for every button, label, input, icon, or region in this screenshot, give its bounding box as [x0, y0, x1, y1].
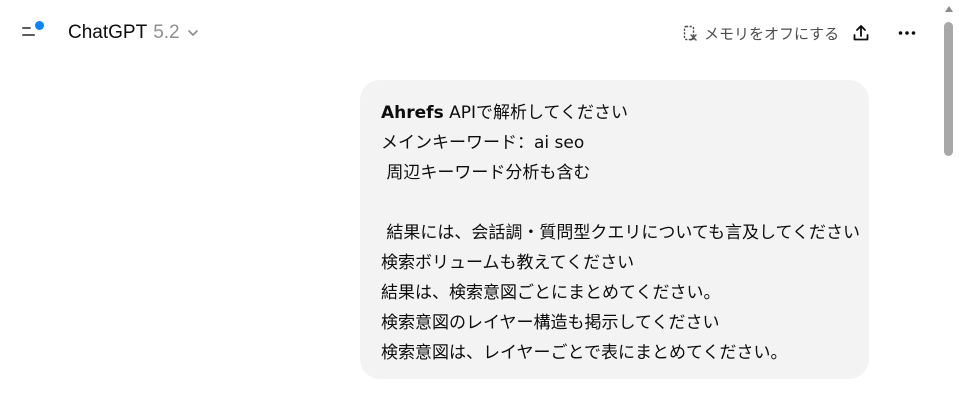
- message-line-1-text: APIで解析してください: [443, 103, 628, 123]
- message-line: 検索意図は、レイヤーごとで表にまとめてください。: [381, 343, 788, 363]
- message-line: 検索ボリュームも教えてください: [381, 253, 635, 273]
- model-selector-button[interactable]: ChatGPT 5.2: [60, 17, 208, 49]
- model-version: 5.2: [153, 22, 180, 43]
- sidebar-toggle-bar-top: [22, 27, 31, 29]
- model-name: ChatGPT: [68, 22, 148, 43]
- scrollbar-thumb[interactable]: [944, 22, 953, 156]
- message-line: 周辺キーワード分析も含む: [381, 163, 591, 183]
- message-line: 結果は、検索意図ごとにまとめてください。: [381, 283, 721, 303]
- message-line: [381, 188, 849, 218]
- sidebar-toggle-bar-bottom: [22, 34, 35, 36]
- message-line: メインキーワード：ai seo: [381, 133, 585, 153]
- message-line-1: Ahrefs APIで解析してください: [381, 98, 849, 128]
- notification-dot: [35, 21, 44, 30]
- message-line: 検索意図のレイヤー構造も掲示してください: [381, 313, 720, 333]
- sidebar-toggle-icon[interactable]: [18, 19, 48, 47]
- memory-off-label: メモリをオフにする: [704, 24, 840, 43]
- more-dots-icon: [898, 31, 916, 35]
- chat-app: ChatGPT 5.2 メモリをオフにする Ahrefs APIで解析してくださ…: [0, 0, 959, 405]
- top-bar: ChatGPT 5.2 メモリをオフにする: [0, 0, 940, 66]
- message-bold-term: Ahrefs: [381, 103, 444, 123]
- message-line: 結果には、会話調・質問型クエリについても言及してください: [381, 223, 861, 243]
- vertical-scrollbar[interactable]: [940, 0, 959, 405]
- user-message-bubble: Ahrefs APIで解析してください メインキーワード：ai seo 周辺キー…: [360, 80, 869, 379]
- memory-off-button[interactable]: メモリをオフにする: [676, 19, 845, 47]
- chevron-down-icon: [187, 30, 198, 36]
- memory-off-icon: [683, 25, 697, 41]
- scroll-up-arrow-icon[interactable]: [945, 6, 953, 12]
- share-button[interactable]: [846, 18, 876, 48]
- more-options-button[interactable]: [892, 18, 922, 48]
- share-upload-icon: [853, 25, 869, 41]
